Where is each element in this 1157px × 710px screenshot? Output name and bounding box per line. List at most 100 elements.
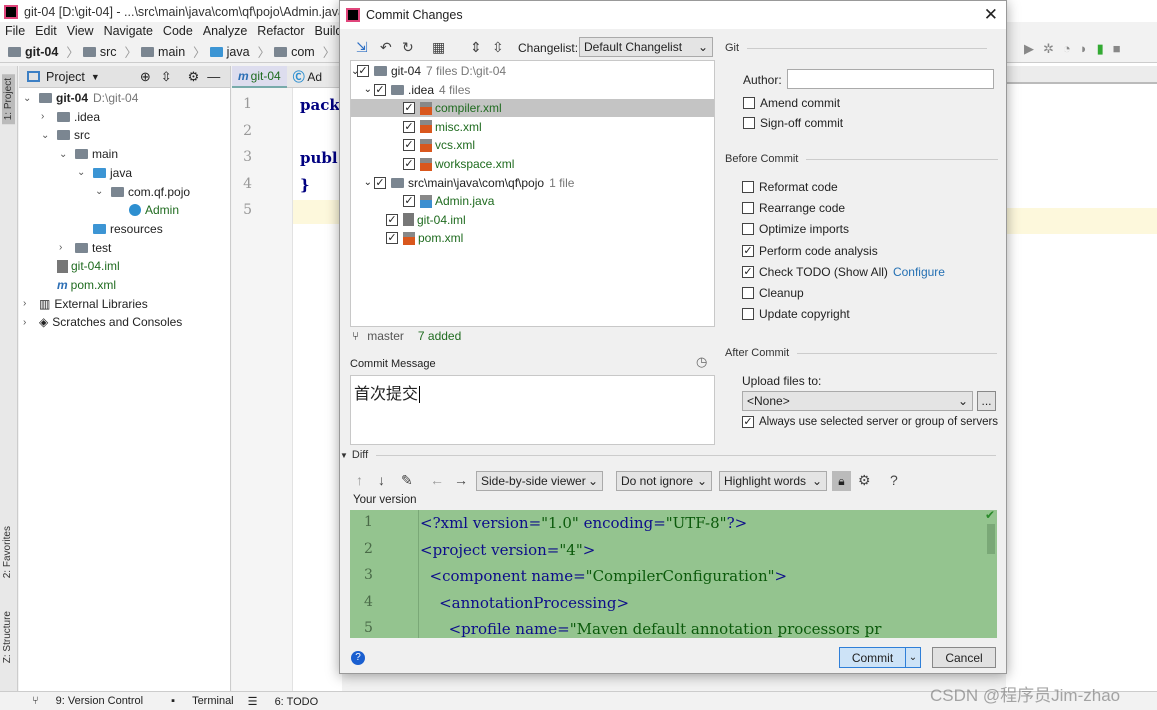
changed-file-item[interactable]: ⌄ ✓ src\main\java\com\qf\pojo 1 file — [351, 174, 714, 192]
menu-edit[interactable]: Edit — [30, 24, 62, 38]
breadcrumb-item[interactable]: java — [209, 45, 250, 59]
highlight-select[interactable]: Highlight words ⌄ — [719, 471, 827, 491]
project-tree-item[interactable]: ⌄ src — [41, 126, 90, 144]
include-checkbox[interactable]: ✓ — [403, 139, 415, 152]
before-commit-option[interactable]: Rearrange code — [742, 201, 845, 215]
editor[interactable]: m git-04 Ⓒ Ad 1 pack 2 3 publ 4} 5 — [232, 65, 342, 691]
always-use-server-checkbox[interactable]: ✓ Always use selected server or group of … — [742, 416, 998, 428]
include-checkbox[interactable]: ✓ — [403, 158, 415, 170]
amend-commit-checkbox[interactable]: Amend commit — [743, 96, 840, 110]
history-icon[interactable]: ◷ — [696, 354, 707, 370]
favorites-tool-tab[interactable]: 2: Favorites — [2, 526, 13, 578]
previous-difference-icon[interactable]: ↑ — [356, 472, 363, 488]
chevron-down-icon[interactable]: ⌄ — [351, 84, 374, 95]
menu-navigate[interactable]: Navigate — [99, 24, 158, 38]
breadcrumb-item[interactable]: src — [82, 45, 117, 59]
commit-button[interactable]: Commit — [839, 647, 906, 668]
configure-link[interactable]: Configure — [893, 265, 945, 279]
changed-file-item[interactable]: ⌄ ✓ .idea 4 files — [351, 81, 714, 99]
help-button[interactable]: ? — [351, 651, 365, 665]
changed-file-item[interactable]: ✓ Admin.java — [351, 192, 714, 210]
cancel-button[interactable]: Cancel — [932, 647, 996, 668]
lock-icon[interactable]: 🔒︎ — [832, 471, 851, 491]
todo-tab[interactable]: ☰ 6: TODO — [248, 695, 319, 708]
rollback-icon[interactable]: ↶ — [380, 39, 392, 56]
include-checkbox[interactable]: ✓ — [386, 213, 398, 226]
include-checkbox[interactable]: ✓ — [403, 195, 415, 208]
project-view-selector[interactable]: Project — [46, 70, 85, 84]
gear-icon[interactable]: ⚙ — [188, 69, 200, 85]
before-commit-option[interactable]: Reformat code — [742, 180, 838, 194]
include-checkbox[interactable]: ✓ — [403, 120, 415, 133]
menu-file[interactable]: File — [0, 24, 30, 38]
terminal-tab[interactable]: ▪ Terminal — [171, 695, 234, 707]
menu-analyze[interactable]: Analyze — [198, 24, 252, 38]
before-commit-option[interactable]: ✓ Perform code analysis — [742, 244, 878, 258]
before-commit-option[interactable]: ✓ Check TODO (Show All) Configure — [742, 265, 945, 279]
viewer-select[interactable]: Side-by-side viewer ⌄ — [476, 471, 603, 491]
chevron-down-icon[interactable]: ⌄ — [351, 177, 374, 188]
changelist-select[interactable]: Default Changelist ⌄ — [579, 37, 713, 57]
diff-viewer[interactable]: 1 <?xml version="1.0" encoding="UTF-8"?> 2… — [350, 510, 997, 638]
structure-tool-tab[interactable]: Z: Structure — [2, 611, 13, 663]
locate-icon[interactable]: ⊕ — [140, 69, 151, 85]
commit-options-dropdown[interactable]: ⌄ — [905, 647, 921, 668]
diff-scrollbar[interactable] — [987, 524, 995, 554]
project-tree-item[interactable]: ⌄ main — [59, 145, 118, 163]
refresh-icon[interactable]: ↻ — [402, 39, 414, 56]
browse-servers-button[interactable]: ... — [977, 391, 996, 411]
project-tool-tab[interactable]: 1: Project — [2, 74, 15, 125]
breadcrumb-item[interactable]: main — [141, 45, 185, 59]
previous-file-icon[interactable]: ← — [430, 472, 444, 488]
changed-file-item[interactable]: ✓ compiler.xml — [351, 99, 714, 118]
include-checkbox[interactable]: ✓ — [374, 83, 386, 96]
project-tree-item[interactable]: git-04.iml — [41, 257, 120, 275]
changed-file-item[interactable]: ✓ workspace.xml — [351, 155, 714, 173]
include-checkbox[interactable]: ✓ — [357, 65, 369, 77]
project-tree-item[interactable]: ⌄ git-04 D:\git-04 — [23, 89, 138, 107]
changed-file-item[interactable]: ✓ vcs.xml — [351, 136, 714, 154]
edit-source-icon[interactable]: ✎ — [401, 472, 413, 489]
hide-icon[interactable]: — — [207, 69, 220, 84]
before-commit-option[interactable]: Cleanup — [742, 286, 804, 300]
next-difference-icon[interactable]: ↓ — [378, 472, 385, 488]
before-commit-option[interactable]: Update copyright — [742, 307, 850, 321]
changed-file-item[interactable]: ✓ pom.xml — [351, 229, 714, 247]
tab-git-04[interactable]: m git-04 — [232, 65, 287, 88]
changed-file-item[interactable]: ✓ git-04.iml — [351, 211, 714, 229]
ignore-whitespace-select[interactable]: Do not ignore ⌄ — [616, 471, 712, 491]
group-by-icon[interactable]: ▦ — [432, 39, 445, 56]
changed-file-item[interactable]: ⌄ ✓ git-04 7 files D:\git-04 — [351, 62, 714, 80]
menu-code[interactable]: Code — [158, 24, 198, 38]
before-commit-option[interactable]: Optimize imports — [742, 222, 849, 236]
breadcrumb-item[interactable]: com — [274, 45, 315, 59]
next-file-icon[interactable]: → — [454, 472, 468, 488]
project-tree-item[interactable]: ⌄ java — [77, 164, 132, 182]
project-tree-item[interactable]: › .idea — [41, 108, 100, 126]
upload-server-select[interactable]: <None> ⌄ — [742, 391, 973, 411]
close-icon[interactable]: ✕ — [984, 5, 998, 25]
collapse-icon[interactable]: ⇳ — [161, 69, 172, 85]
include-checkbox[interactable]: ✓ — [374, 176, 386, 189]
project-tree-item[interactable]: resources — [77, 220, 163, 238]
changed-files-tree[interactable]: ⌄ ✓ git-04 7 files D:\git-04 ⌄ ✓ .idea 4 files ✓… — [350, 60, 715, 327]
include-checkbox[interactable]: ✓ — [386, 232, 398, 245]
project-tree-item[interactable]: › ◈ Scratches and Consoles — [23, 313, 182, 331]
sign-off-commit-checkbox[interactable]: Sign-off commit — [743, 116, 843, 130]
settings-gear-icon[interactable]: ⚙ — [858, 472, 871, 489]
collapse-all-icon[interactable]: ⇳ — [492, 39, 504, 56]
changed-file-item[interactable]: ✓ misc.xml — [351, 118, 714, 136]
include-checkbox[interactable]: ✓ — [403, 102, 415, 115]
project-tree-item[interactable]: › ▥ External Libraries — [23, 295, 148, 313]
commit-message-input[interactable]: 首次提交 — [350, 375, 715, 445]
menu-view[interactable]: View — [62, 24, 99, 38]
run-toolbar[interactable]: ▶✲◔◗▮■ — [1006, 41, 1157, 63]
help-icon[interactable]: ? — [890, 472, 898, 488]
diff-section-header[interactable]: ▼ Diff — [340, 449, 997, 461]
project-tree-item[interactable]: ⌄ com.qf.pojo — [95, 183, 190, 201]
menu-refactor[interactable]: Refactor — [252, 24, 309, 38]
show-diff-icon[interactable]: ⇲ — [356, 39, 368, 56]
project-tree-item[interactable]: m pom.xml — [41, 276, 116, 294]
project-tree-item[interactable]: › test — [59, 239, 111, 257]
version-control-tab[interactable]: ⑂ 9: Version Control — [32, 695, 143, 707]
